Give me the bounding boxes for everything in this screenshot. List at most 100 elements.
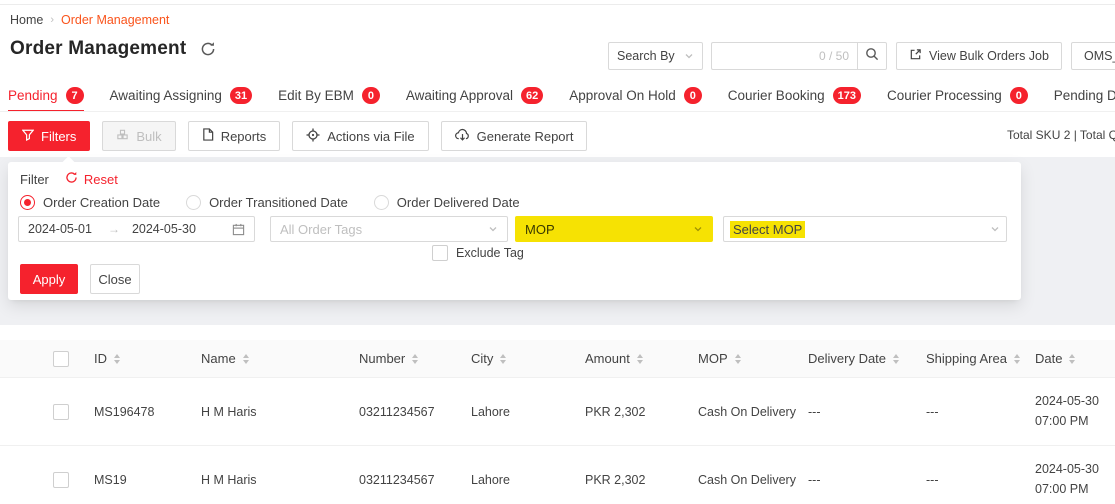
search-input[interactable]: 0 / 50 bbox=[711, 42, 857, 70]
top-search-bar: Search By 0 / 50 View Bulk Orders Job OM… bbox=[608, 42, 1115, 70]
order-tags-placeholder: All Order Tags bbox=[280, 222, 362, 237]
breadcrumb-home-link[interactable]: Home bbox=[10, 13, 43, 27]
view-bulk-orders-label: View Bulk Orders Job bbox=[929, 49, 1049, 63]
column-header-delivery-date[interactable]: Delivery Date bbox=[802, 351, 920, 366]
sort-icon[interactable] bbox=[893, 354, 899, 364]
count-badge: 173 bbox=[833, 87, 861, 104]
tab-label: Courier Booking bbox=[728, 88, 825, 103]
tab-pending[interactable]: Pending 7 bbox=[8, 80, 84, 111]
table-header-row: ID Name Number City Amount MOP Delivery … bbox=[0, 340, 1115, 378]
radio-label: Order Transitioned Date bbox=[209, 195, 348, 210]
sort-icon[interactable] bbox=[114, 354, 120, 364]
row-checkbox[interactable] bbox=[53, 404, 69, 420]
table-row[interactable]: MS19 H M Haris 03211234567 Lahore PKR 2,… bbox=[0, 446, 1115, 504]
bulk-button[interactable]: Bulk bbox=[102, 121, 175, 151]
column-header-id[interactable]: ID bbox=[88, 351, 195, 366]
filter-funnel-icon bbox=[22, 129, 34, 144]
generate-report-button[interactable]: Generate Report bbox=[441, 121, 588, 151]
column-header-date[interactable]: Date bbox=[1029, 351, 1115, 366]
reset-button[interactable]: Reset bbox=[65, 171, 118, 187]
search-button[interactable] bbox=[857, 42, 887, 70]
oms-xap-button[interactable]: OMS_XAP bbox=[1071, 42, 1115, 70]
cell-shipping-area: --- bbox=[920, 473, 1029, 487]
tab-awaiting-assigning[interactable]: Awaiting Assigning 31 bbox=[110, 80, 253, 111]
column-header-amount[interactable]: Amount bbox=[579, 351, 692, 366]
sort-icon[interactable] bbox=[735, 354, 741, 364]
exclude-tag-checkbox[interactable] bbox=[432, 245, 448, 261]
column-header-mop[interactable]: MOP bbox=[692, 351, 802, 366]
calendar-icon bbox=[232, 223, 245, 236]
apply-button[interactable]: Apply bbox=[20, 264, 78, 294]
chevron-down-icon bbox=[488, 224, 498, 234]
tab-awaiting-approval[interactable]: Awaiting Approval 62 bbox=[406, 80, 543, 111]
count-badge: 0 bbox=[362, 87, 380, 104]
totals-summary: Total SKU 2 | Total QT bbox=[1007, 128, 1115, 142]
tab-pending-dispatch[interactable]: Pending Dispatch 0 bbox=[1054, 80, 1115, 111]
filters-button[interactable]: Filters bbox=[8, 121, 90, 151]
cell-name: H M Haris bbox=[195, 473, 353, 487]
tab-label: Pending bbox=[8, 88, 58, 103]
tab-label: Approval On Hold bbox=[569, 88, 676, 103]
row-select-cell bbox=[0, 404, 88, 420]
sort-icon[interactable] bbox=[500, 354, 506, 364]
radio-label: Order Creation Date bbox=[43, 195, 160, 210]
exclude-tag-label: Exclude Tag bbox=[456, 246, 524, 260]
column-header-number[interactable]: Number bbox=[353, 351, 465, 366]
cell-date: 2024-05-30 07:00 PM bbox=[1029, 460, 1115, 499]
date-value: 2024-05-30 bbox=[1035, 460, 1115, 479]
select-all-checkbox[interactable] bbox=[53, 351, 69, 367]
row-checkbox[interactable] bbox=[53, 472, 69, 488]
radio-order-delivered-date[interactable]: Order Delivered Date bbox=[374, 195, 520, 210]
radio-order-creation-date[interactable]: Order Creation Date bbox=[20, 195, 160, 210]
date-from-value[interactable]: 2024-05-01 bbox=[28, 222, 92, 236]
tab-approval-on-hold[interactable]: Approval On Hold 0 bbox=[569, 80, 702, 111]
mop-value-select[interactable]: Select MOP bbox=[723, 216, 1007, 242]
search-counter: 0 / 50 bbox=[819, 49, 849, 63]
close-button[interactable]: Close bbox=[90, 264, 140, 294]
cell-number: 03211234567 bbox=[353, 405, 465, 419]
cell-mop: Cash On Delivery bbox=[692, 473, 802, 487]
tab-courier-booking[interactable]: Courier Booking 173 bbox=[728, 80, 861, 111]
breadcrumb: Home › Order Management bbox=[10, 13, 169, 27]
sort-icon[interactable] bbox=[637, 354, 643, 364]
table-row[interactable]: MS196478 H M Haris 03211234567 Lahore PK… bbox=[0, 378, 1115, 446]
tab-courier-processing[interactable]: Courier Processing 0 bbox=[887, 80, 1028, 111]
column-header-name[interactable]: Name bbox=[195, 351, 353, 366]
actions-via-file-label: Actions via File bbox=[327, 129, 414, 144]
date-type-radios: Order Creation Date Order Transitioned D… bbox=[20, 195, 520, 210]
aim-icon bbox=[306, 128, 320, 145]
column-header-city[interactable]: City bbox=[465, 351, 579, 366]
radio-icon bbox=[20, 195, 35, 210]
count-badge: 0 bbox=[1010, 87, 1028, 104]
cell-delivery-date: --- bbox=[802, 405, 920, 419]
column-header-shipping-area[interactable]: Shipping Area bbox=[920, 351, 1029, 366]
exclude-tag-option[interactable]: Exclude Tag bbox=[432, 245, 524, 261]
reports-button[interactable]: Reports bbox=[188, 121, 281, 151]
radio-icon bbox=[374, 195, 389, 210]
filter-controls-row: 2024-05-01 → 2024-05-30 All Order Tags M… bbox=[8, 216, 1021, 242]
sort-icon[interactable] bbox=[1069, 354, 1075, 364]
toolbar: Filters Bulk Reports Actions via File Ge… bbox=[0, 113, 1115, 157]
reset-label: Reset bbox=[84, 172, 118, 187]
date-to-value[interactable]: 2024-05-30 bbox=[132, 222, 196, 236]
bulk-icon bbox=[116, 128, 129, 144]
order-tags-select[interactable]: All Order Tags bbox=[270, 216, 508, 242]
radio-label: Order Delivered Date bbox=[397, 195, 520, 210]
sort-icon[interactable] bbox=[1014, 354, 1020, 364]
search-by-select[interactable]: Search By bbox=[608, 42, 703, 70]
cell-delivery-date: --- bbox=[802, 473, 920, 487]
arrow-right-icon: → bbox=[108, 222, 120, 236]
mop-filter-select[interactable]: MOP bbox=[515, 216, 713, 242]
actions-via-file-button[interactable]: Actions via File bbox=[292, 121, 428, 151]
cloud-download-icon bbox=[455, 128, 470, 144]
filter-popover: Filter Reset Order Creation Date Order T… bbox=[8, 162, 1021, 300]
count-badge: 62 bbox=[521, 87, 543, 104]
radio-order-transitioned-date[interactable]: Order Transitioned Date bbox=[186, 195, 348, 210]
sort-icon[interactable] bbox=[412, 354, 418, 364]
sort-icon[interactable] bbox=[243, 354, 249, 364]
date-range-picker[interactable]: 2024-05-01 → 2024-05-30 bbox=[18, 216, 255, 242]
view-bulk-orders-button[interactable]: View Bulk Orders Job bbox=[896, 42, 1062, 70]
cell-city: Lahore bbox=[465, 405, 579, 419]
tab-edit-by-ebm[interactable]: Edit By EBM 0 bbox=[278, 80, 380, 111]
reload-icon[interactable] bbox=[200, 41, 216, 57]
